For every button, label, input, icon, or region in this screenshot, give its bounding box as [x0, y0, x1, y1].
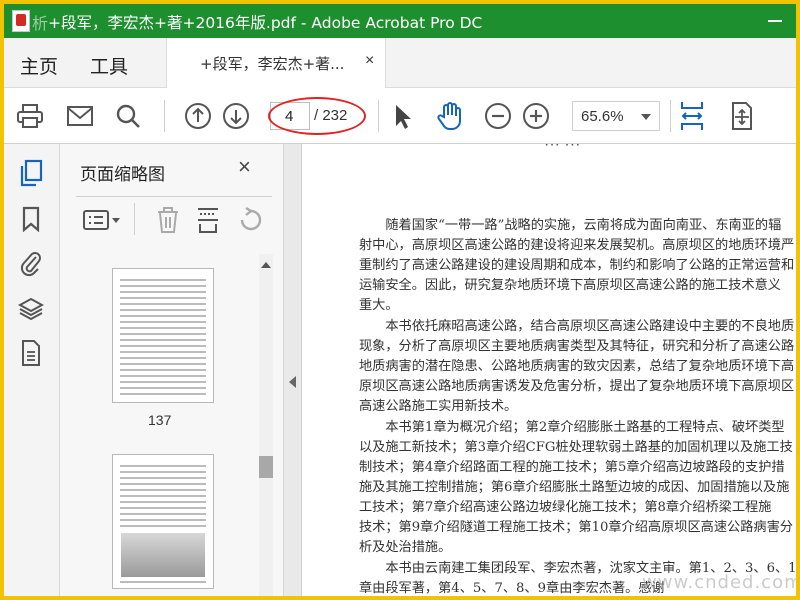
- doc-line: 射中心，高原坝区高速公路的建设将迎来发展契机。高原坝区的地质环境严: [359, 238, 795, 253]
- navigation-pane: [4, 144, 60, 596]
- attachment-icon[interactable]: [16, 248, 46, 278]
- page-thumbnail[interactable]: [112, 454, 214, 589]
- print-icon[interactable]: [14, 100, 46, 132]
- doc-line: 高速公路施工实用新技术。: [359, 399, 518, 414]
- doc-line: 运输安全。因此，研究复杂地质环境下高原坝区高速公路的施工技术意义: [359, 278, 781, 293]
- toolbar-separator: [134, 203, 135, 235]
- acrobat-window: 析 +段军，李宏杰+著+2016年版.pdf - Adobe Acrobat P…: [4, 4, 796, 596]
- document-properties-icon[interactable]: [16, 338, 46, 368]
- scrollbar-thumb[interactable]: [259, 456, 273, 478]
- doc-line: 原坝区高速公路地质病害诱发及危害分析，提出了复杂地质环境下高原坝区: [359, 379, 795, 394]
- extract-page-icon[interactable]: [196, 206, 220, 239]
- thumbnail-photo: [121, 533, 205, 577]
- page-down-icon[interactable]: [220, 100, 252, 132]
- doc-line: 随着国家“一带一路”战略的实施，云南将成为面向南亚、东南亚的辐: [359, 218, 782, 233]
- doc-line: 析及处治措施。: [359, 540, 452, 555]
- page-thumbnails-icon[interactable]: [16, 158, 46, 188]
- hand-icon[interactable]: [434, 100, 466, 132]
- doc-line: 重制约了高速公路建设的建设周期和成本，制约和影响了公路的正常运营和: [359, 258, 795, 273]
- close-panel-button[interactable]: ×: [238, 154, 251, 180]
- watermark-text: 析: [32, 14, 49, 33]
- main-toolbar: 4 / 232 65.6%: [4, 88, 796, 144]
- page-thumbnails-panel: 页面缩略图 × 137: [60, 144, 284, 596]
- doc-line: 工技术；第7章介绍高速公路边坡绿化施工技术；第8章介绍桥梁工程施: [359, 500, 772, 515]
- thumbnail-toolbar: [76, 196, 272, 242]
- tab-tools[interactable]: 工具: [90, 52, 128, 79]
- doc-line: 地质病害的潜在隐患、公路地质病害的致灾因素，总结了复杂地质环境下高: [359, 359, 795, 374]
- doc-line: 本书依托麻昭高速公路，结合高原坝区高速公路建设中主要的不良地质: [359, 319, 795, 334]
- menu-tab-bar: 主页 工具 +段军，李宏杰+著... ×: [4, 38, 796, 88]
- zoom-level-value: 65.6%: [581, 108, 624, 125]
- select-arrow-icon[interactable]: [386, 100, 418, 132]
- toolbar-separator: [164, 100, 165, 132]
- minimize-button[interactable]: [768, 20, 782, 22]
- document-tab-label: +段军，李宏杰+著...: [200, 55, 345, 73]
- collapse-arrow-icon[interactable]: [289, 376, 296, 388]
- zoom-in-icon[interactable]: [520, 100, 552, 132]
- panel-splitter[interactable]: [284, 144, 302, 596]
- document-view[interactable]: ··· ··· 随着国家“一带一路”战略的实施，云南将成为面向南亚、东南亚的辐 …: [302, 144, 796, 596]
- page-thumbnail[interactable]: [112, 268, 214, 403]
- toolbar-separator: [670, 100, 671, 132]
- doc-line: 本书第1章为概况介绍；第2章介绍膨胀土路基的工程特点、破坏类型: [359, 420, 785, 435]
- site-watermark: www.cnded.com: [642, 572, 796, 593]
- page-top-fragment: ··· ···: [544, 144, 581, 153]
- zoom-out-icon[interactable]: [482, 100, 514, 132]
- doc-line: 制技术；第4章介绍路面工程的施工技术；第5章介绍高边坡路段的支护措: [359, 460, 785, 475]
- pdf-file-icon: [12, 10, 30, 32]
- zoom-level-select[interactable]: 65.6%: [572, 101, 660, 131]
- window-title: +段军，李宏杰+著+2016年版.pdf - Adobe Acrobat Pro…: [48, 14, 483, 32]
- page-up-icon[interactable]: [182, 100, 214, 132]
- doc-line: 重大。: [359, 298, 399, 313]
- doc-line: 施及其施工控制措施；第6章介绍膨胀土路堑边坡的成因、加固措施以及施: [359, 480, 790, 495]
- thumbnail-scrollbar[interactable]: [259, 254, 273, 596]
- mail-icon[interactable]: [64, 100, 96, 132]
- doc-line: 以及施工新技术；第3章介绍CFG桩处理软弱土路基的加固机理以及施工技: [359, 440, 793, 455]
- chevron-down-icon: [641, 114, 651, 120]
- document-tab[interactable]: +段军，李宏杰+著... ×: [166, 38, 386, 88]
- thumbnail-options-icon[interactable]: [82, 209, 122, 236]
- scroll-mode-icon[interactable]: [726, 100, 758, 132]
- doc-line: 现象，分析了高原坝区主要地质病害类型及其特征，研究和分析了高速公路: [359, 339, 795, 354]
- thumbnail-page-label: 137: [148, 412, 172, 428]
- scroll-up-icon[interactable]: [261, 262, 271, 268]
- fit-width-icon[interactable]: [676, 100, 708, 132]
- doc-line: 技术；第9章介绍隧道工程施工技术；第10章介绍高原坝区高速公路病害分: [359, 520, 793, 535]
- panel-title: 页面缩略图: [80, 165, 165, 185]
- search-icon[interactable]: [112, 100, 144, 132]
- close-tab-button[interactable]: ×: [365, 52, 374, 70]
- toolbar-separator: [378, 100, 379, 132]
- tab-home[interactable]: 主页: [20, 52, 58, 79]
- bookmark-icon[interactable]: [16, 204, 46, 234]
- delete-page-icon[interactable]: [156, 206, 180, 239]
- title-bar: 析 +段军，李宏杰+著+2016年版.pdf - Adobe Acrobat P…: [4, 4, 796, 38]
- layers-icon[interactable]: [16, 294, 46, 324]
- rotate-page-icon[interactable]: [238, 206, 264, 238]
- highlight-oval: [268, 97, 366, 135]
